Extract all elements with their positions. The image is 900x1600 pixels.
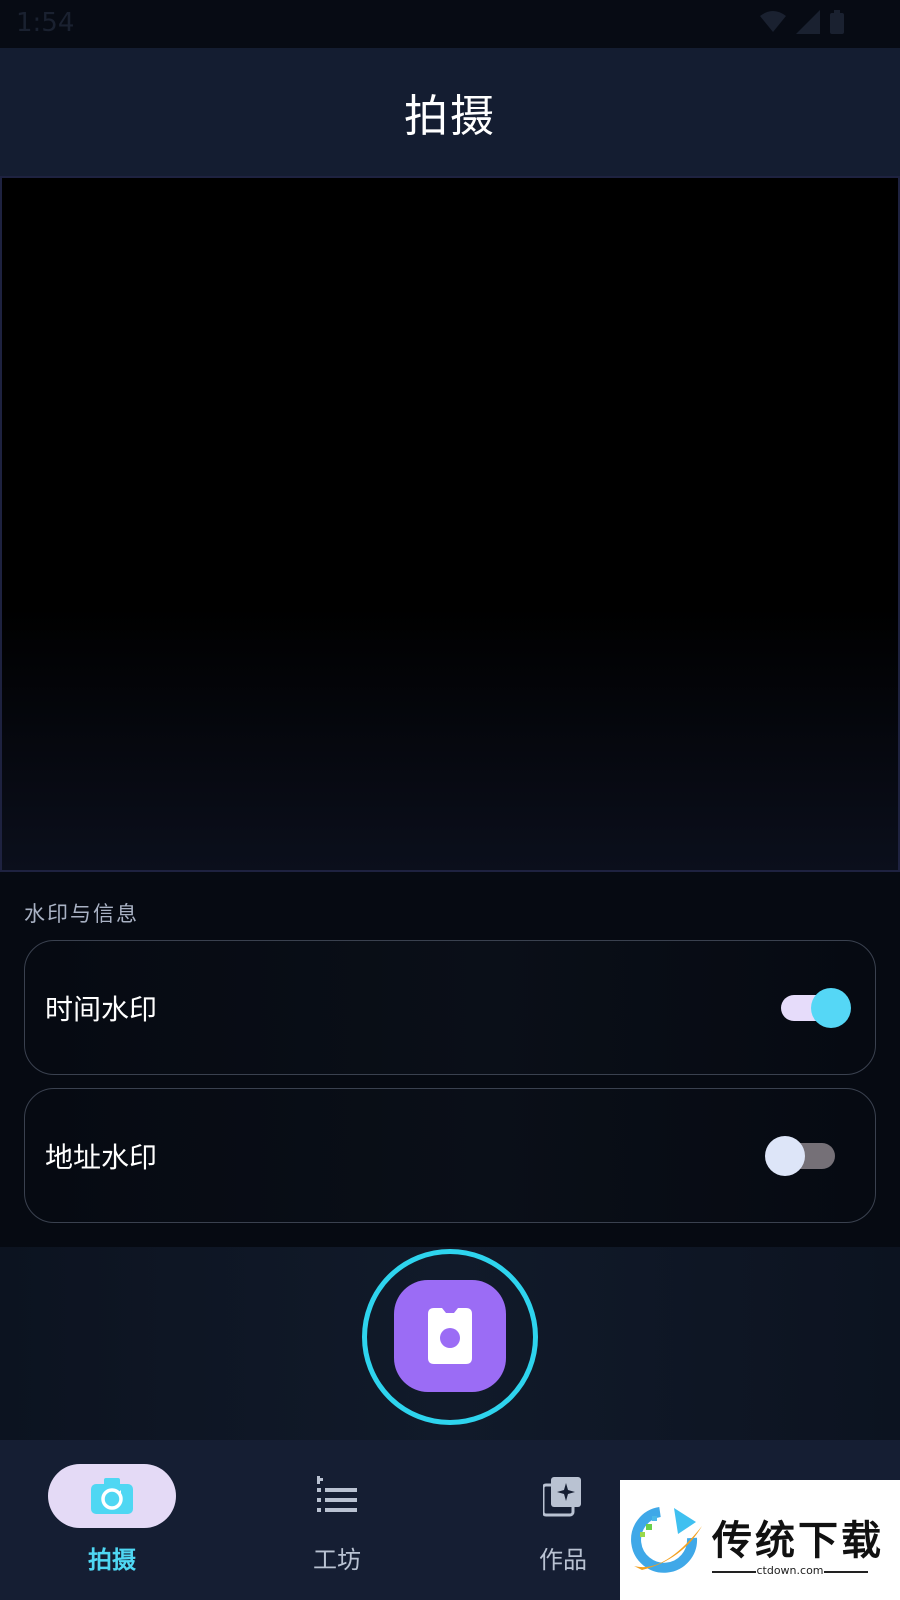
list-icon [317,1476,357,1512]
watermark-logo-icon [631,1507,702,1573]
toggle-thumb [811,987,851,1028]
time-watermark-label: 时间水印 [45,992,158,1026]
section-label: 水印与信息 [24,902,139,926]
status-time: 1:54 [16,8,75,38]
nav-label-workshop: 工坊 [313,1546,361,1574]
nav-pill [499,1464,627,1528]
camera-preview[interactable] [0,176,900,872]
gallery-icon [543,1477,581,1517]
nav-item-workshop[interactable]: 工坊 [247,1440,427,1600]
status-icons [760,10,844,34]
battery-icon [830,10,844,34]
toggle-thumb [765,1135,805,1176]
time-watermark-card[interactable]: 时间水印 [24,940,876,1075]
nav-item-camera[interactable]: 拍摄 [22,1440,202,1600]
shutter-camera-icon [428,1308,472,1364]
address-watermark-toggle[interactable] [765,1135,835,1176]
nav-label-camera: 拍摄 [88,1546,136,1574]
watermark-title: 传统下载 [712,1518,884,1564]
status-bar: 1:54 [0,0,900,48]
wifi-icon [760,11,786,32]
camera-icon [91,1478,133,1514]
address-watermark-card[interactable]: 地址水印 [24,1088,876,1223]
nav-active-pill [48,1464,176,1528]
watermark-subtitle: ctdown.com [712,1564,868,1577]
shutter-button[interactable] [394,1280,506,1392]
address-watermark-label: 地址水印 [45,1140,158,1174]
nav-pill [273,1464,401,1528]
page-title: 拍摄 [404,91,496,142]
time-watermark-toggle[interactable] [781,987,851,1028]
header: 拍摄 [0,48,900,176]
signal-icon [796,10,820,34]
site-watermark: 传统下载 ctdown.com [620,1480,900,1600]
